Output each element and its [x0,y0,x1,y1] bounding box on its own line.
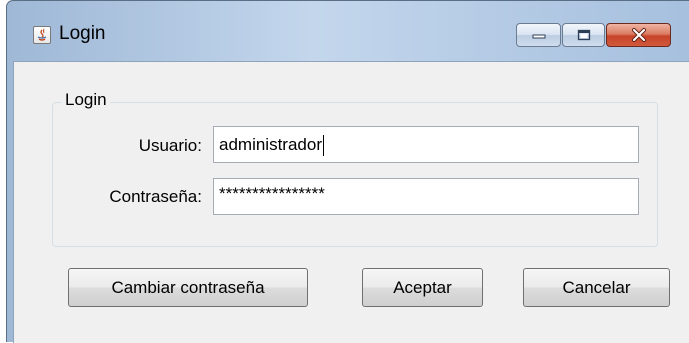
login-group-label: Login [62,90,110,110]
cancel-button[interactable]: Cancelar [523,268,670,307]
close-button[interactable] [606,23,671,47]
login-window: Login Login Usuario: administrador Contr… [6,0,689,343]
password-value: **************** [219,184,325,203]
username-value: administrador [219,135,322,154]
login-group [52,102,658,247]
password-label: Contraseña: [109,187,202,206]
password-field[interactable]: **************** [213,178,639,215]
username-field[interactable]: administrador [213,126,639,163]
minimize-icon [532,34,545,39]
maximize-button[interactable] [562,23,605,47]
accept-button[interactable]: Aceptar [362,268,483,307]
java-icon[interactable] [33,26,51,44]
minimize-button[interactable] [516,23,561,47]
change-password-button[interactable]: Cambiar contraseña [68,268,308,307]
username-label: Usuario: [138,136,202,155]
window-title: Login [59,23,106,44]
text-caret [323,135,324,157]
dialog-content: Login Usuario: administrador Contraseña:… [13,61,689,343]
close-icon [631,28,646,42]
title-bar[interactable]: Login [7,1,689,61]
maximize-icon [577,29,590,41]
